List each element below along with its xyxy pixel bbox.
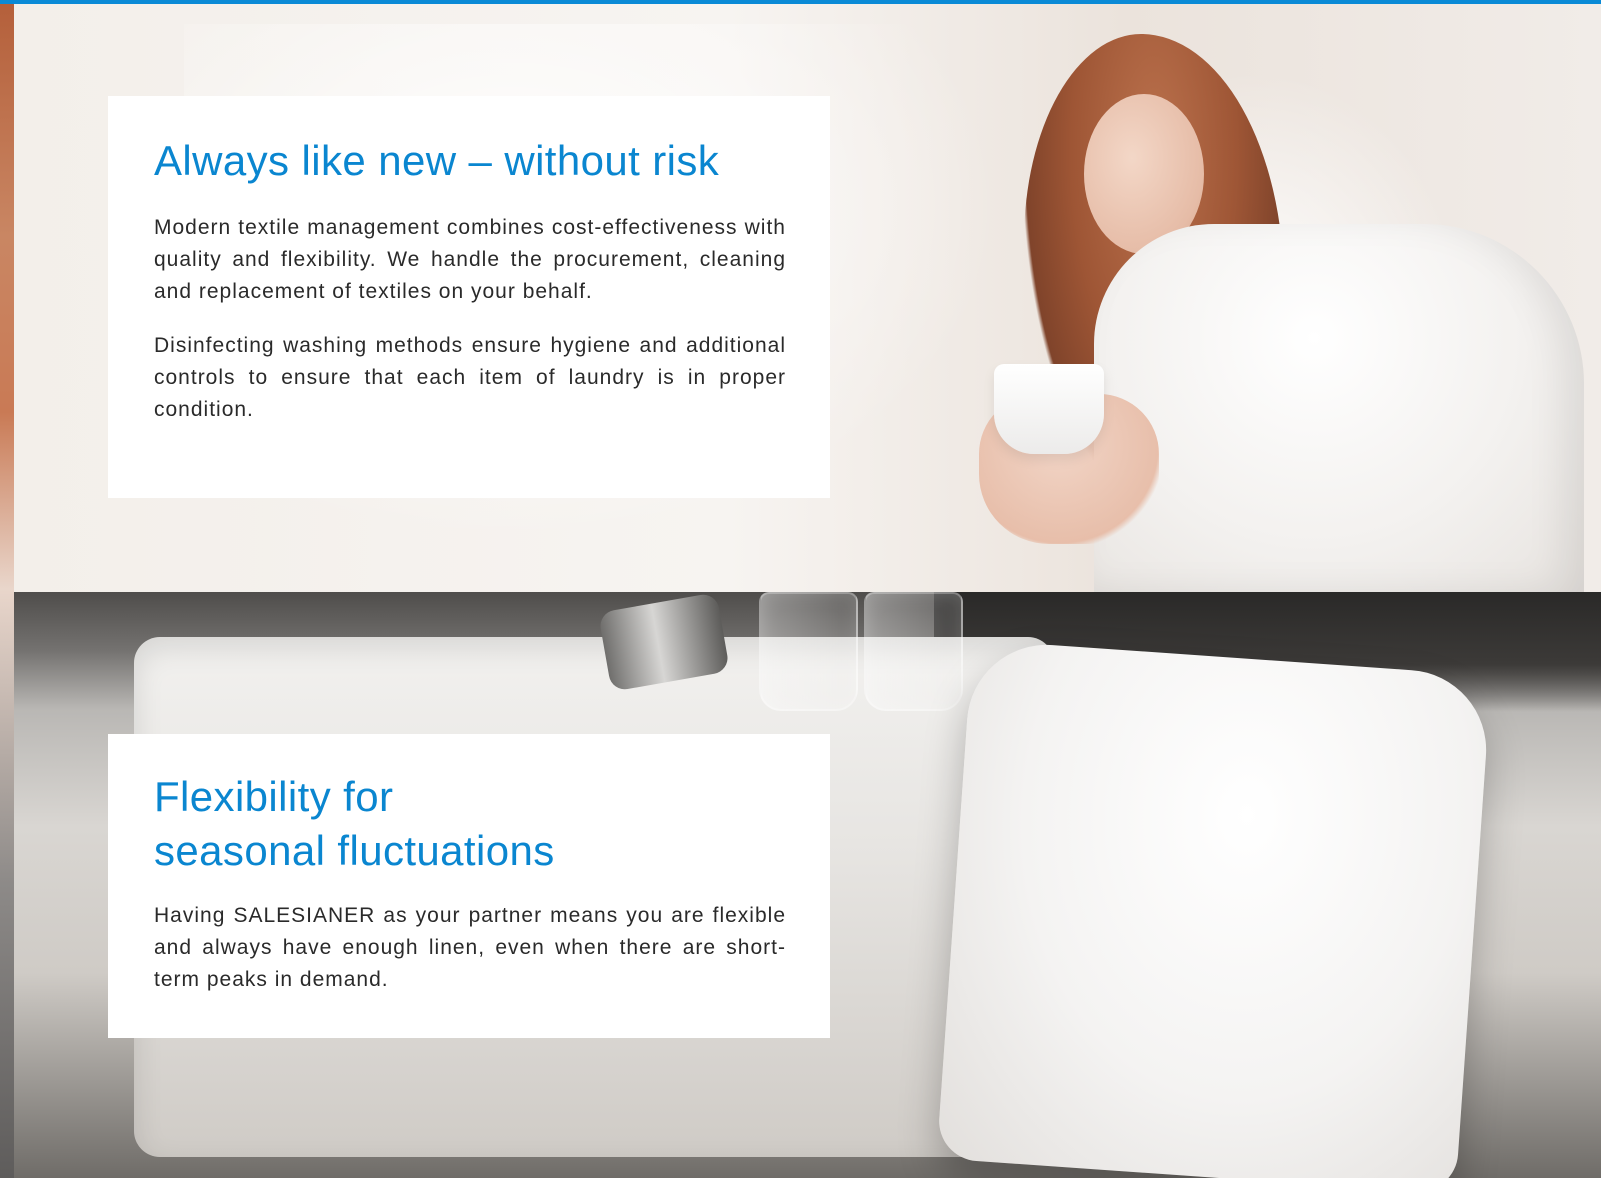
- left-image-strip: [0, 0, 14, 1178]
- section-paragraph: Having SALESIANER as your partner means …: [154, 904, 786, 991]
- section-title-line: Flexibility for: [154, 773, 394, 820]
- folded-bathrobe: [936, 639, 1492, 1178]
- section-paragraph: Disinfecting washing methods ensure hygi…: [154, 334, 786, 421]
- page: Always like new – without risk Modern te…: [0, 0, 1601, 1178]
- top-accent-rule: [0, 0, 1601, 4]
- section-paragraph: Modern textile management combines cost-…: [154, 216, 786, 303]
- section-title: Flexibility for seasonal fluctuations: [154, 770, 786, 878]
- glass-left: [759, 592, 858, 711]
- glass-right: [864, 592, 963, 711]
- cup-icon: [994, 364, 1104, 454]
- info-card-always-like-new: Always like new – without risk Modern te…: [108, 96, 830, 498]
- section-title: Always like new – without risk: [154, 137, 720, 184]
- section-title-line: seasonal fluctuations: [154, 827, 555, 874]
- white-robe: [1094, 224, 1584, 592]
- info-card-flexibility: Flexibility for seasonal fluctuations Ha…: [108, 734, 830, 1038]
